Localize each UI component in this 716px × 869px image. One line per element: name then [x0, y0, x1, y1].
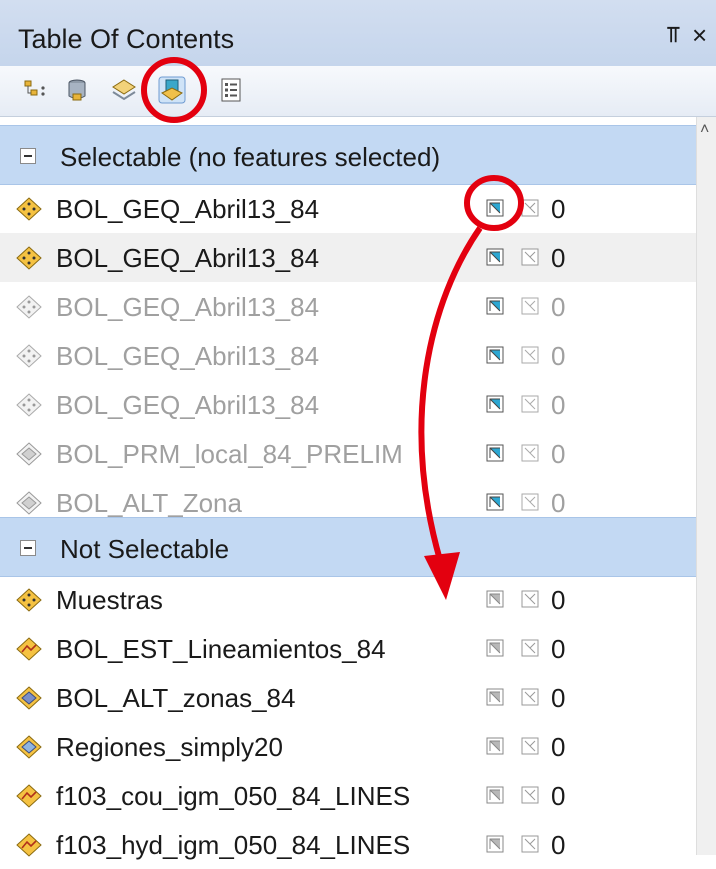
select-features-disabled-icon[interactable]: [486, 688, 504, 706]
group-label: Not Selectable: [60, 534, 230, 564]
list-by-source-icon[interactable]: [63, 76, 91, 104]
line-layer-icon: [16, 784, 42, 808]
table-view-icon[interactable]: [521, 346, 539, 364]
selected-count: 0: [551, 781, 566, 811]
layer-row[interactable]: BOL_GEQ_Abril13_84 0: [0, 331, 696, 380]
layer-name: Regiones_simply20: [56, 732, 283, 762]
selected-count: 0: [551, 683, 566, 713]
table-view-icon[interactable]: [521, 395, 539, 413]
selected-count: 0: [551, 634, 566, 664]
layer-name: BOL_GEQ_Abril13_84: [56, 194, 320, 224]
layer-name: BOL_GEQ_Abril13_84: [56, 390, 320, 420]
table-view-icon[interactable]: [521, 590, 539, 608]
list-by-selection-icon[interactable]: [158, 76, 186, 104]
layer-row[interactable]: BOL_ALT_zonas_84 0: [0, 673, 696, 722]
selected-count: 0: [551, 390, 566, 420]
point-layer-icon: [16, 295, 42, 319]
point-layer-icon: [16, 197, 42, 221]
list-by-visibility-icon[interactable]: [110, 76, 138, 104]
point-layer-icon: [16, 588, 42, 612]
layer-name: BOL_GEQ_Abril13_84: [56, 292, 320, 322]
layer-row[interactable]: f103_hyd_igm_050_84_LINES 0: [0, 820, 696, 869]
options-icon[interactable]: [217, 76, 245, 104]
layer-row[interactable]: BOL_GEQ_Abril13_84 0: [0, 282, 696, 331]
selected-count: 0: [551, 585, 566, 615]
layer-row[interactable]: BOL_GEQ_Abril13_84 0: [0, 233, 696, 282]
layer-row[interactable]: Muestras 0: [0, 575, 696, 624]
select-features-disabled-icon[interactable]: [486, 786, 504, 804]
table-view-icon[interactable]: [521, 786, 539, 804]
vertical-scrollbar[interactable]: ˄: [696, 117, 716, 855]
pin-icon[interactable]: ⫪: [667, 22, 679, 48]
group-header-selectable[interactable]: Selectable (no features selected): [0, 125, 696, 185]
select-features-icon[interactable]: [486, 493, 504, 511]
table-view-icon[interactable]: [521, 639, 539, 657]
polygon-layer-icon: [16, 686, 42, 710]
select-features-disabled-icon[interactable]: [486, 639, 504, 657]
collapse-icon[interactable]: [20, 540, 36, 556]
table-view-icon[interactable]: [521, 297, 539, 315]
line-layer-icon: [16, 637, 42, 661]
layer-name: BOL_PRM_local_84_PRELIM: [56, 439, 403, 469]
toc-content: Selectable (no features selected) BOL_GE…: [0, 117, 696, 860]
layer-row[interactable]: BOL_GEQ_Abril13_84 0: [0, 380, 696, 429]
layer-row[interactable]: BOL_GEQ_Abril13_84 0: [0, 184, 696, 233]
layer-row[interactable]: BOL_PRM_local_84_PRELIM 0: [0, 429, 696, 478]
selected-count: 0: [551, 732, 566, 762]
group-label: Selectable (no features selected): [60, 142, 441, 172]
select-features-icon[interactable]: [486, 444, 504, 462]
window-title: Table Of Contents: [18, 24, 235, 54]
close-icon[interactable]: ×: [692, 20, 707, 51]
table-view-icon[interactable]: [521, 493, 539, 511]
layer-row[interactable]: Regiones_simply20 0: [0, 722, 696, 771]
list-by-drawing-order-icon[interactable]: [22, 76, 50, 104]
layer-name: BOL_EST_Lineamientos_84: [56, 634, 386, 664]
layer-row[interactable]: f103_cou_igm_050_84_LINES 0: [0, 771, 696, 820]
select-features-icon[interactable]: [486, 199, 504, 217]
selected-count: 0: [551, 243, 566, 273]
layer-name: BOL_ALT_Zona: [56, 488, 242, 518]
select-features-icon[interactable]: [486, 297, 504, 315]
table-view-icon[interactable]: [521, 248, 539, 266]
table-view-icon[interactable]: [521, 835, 539, 853]
table-view-icon[interactable]: [521, 199, 539, 217]
layer-name: BOL_ALT_zonas_84: [56, 683, 296, 713]
table-view-icon[interactable]: [521, 688, 539, 706]
polygon-layer-icon: [16, 491, 42, 515]
select-features-disabled-icon[interactable]: [486, 835, 504, 853]
point-layer-icon: [16, 344, 42, 368]
selected-count: 0: [551, 488, 566, 518]
polygon-layer-icon: [16, 735, 42, 759]
selected-count: 0: [551, 341, 566, 371]
toc-toolbar: [0, 66, 716, 117]
toc-title-bar: Table Of Contents ⫪ ×: [0, 0, 716, 66]
polygon-layer-icon: [16, 442, 42, 466]
select-features-icon[interactable]: [486, 346, 504, 364]
layer-name: BOL_GEQ_Abril13_84: [56, 341, 320, 371]
collapse-icon[interactable]: [20, 148, 36, 164]
selected-count: 0: [551, 830, 566, 860]
selected-count: 0: [551, 439, 566, 469]
layer-name: f103_cou_igm_050_84_LINES: [56, 781, 411, 811]
layer-row[interactable]: BOL_EST_Lineamientos_84 0: [0, 624, 696, 673]
scroll-up-icon[interactable]: ˄: [700, 121, 709, 139]
selected-count: 0: [551, 194, 566, 224]
select-features-icon[interactable]: [486, 248, 504, 266]
select-features-disabled-icon[interactable]: [486, 737, 504, 755]
group-header-not-selectable[interactable]: Not Selectable: [0, 517, 696, 577]
select-features-disabled-icon[interactable]: [486, 590, 504, 608]
select-features-icon[interactable]: [486, 395, 504, 413]
layer-name: Muestras: [56, 585, 163, 615]
point-layer-icon: [16, 246, 42, 270]
table-view-icon[interactable]: [521, 737, 539, 755]
table-view-icon[interactable]: [521, 444, 539, 462]
point-layer-icon: [16, 393, 42, 417]
selected-count: 0: [551, 292, 566, 322]
line-layer-icon: [16, 833, 42, 857]
layer-name: BOL_GEQ_Abril13_84: [56, 243, 320, 273]
layer-name: f103_hyd_igm_050_84_LINES: [56, 830, 411, 860]
